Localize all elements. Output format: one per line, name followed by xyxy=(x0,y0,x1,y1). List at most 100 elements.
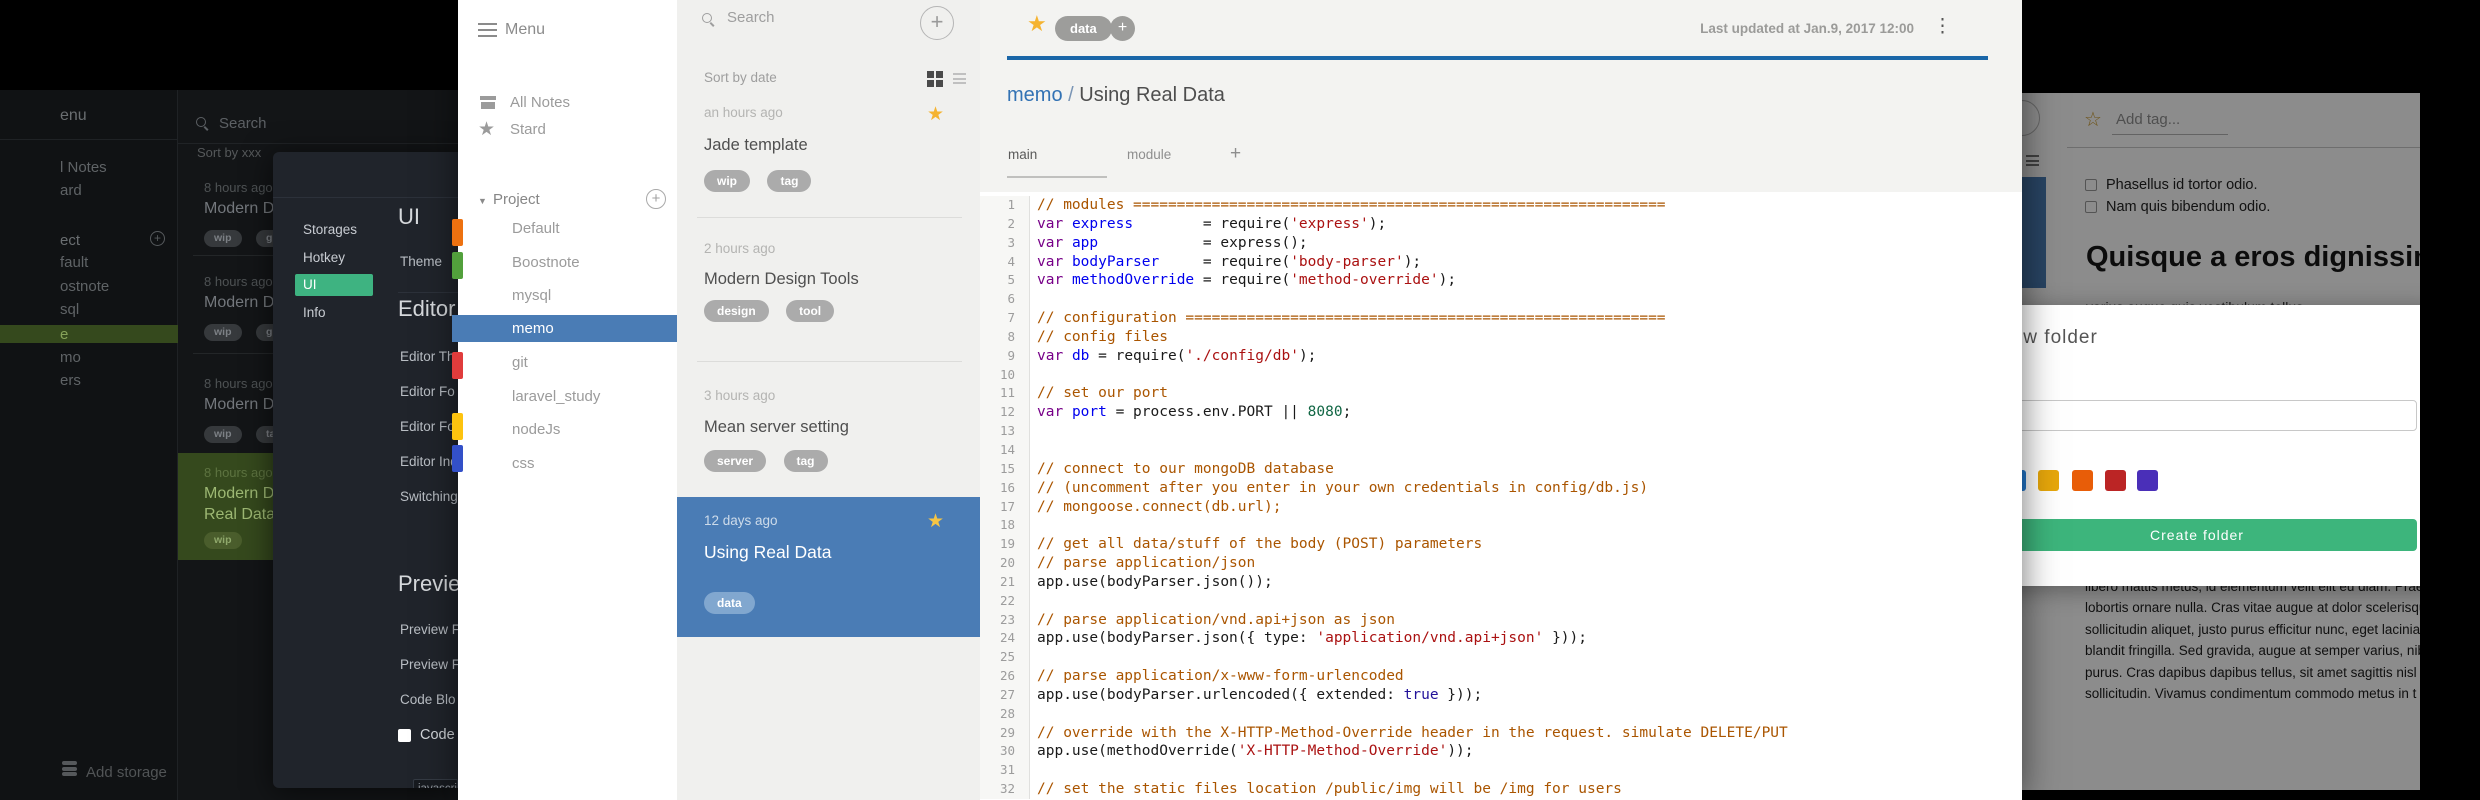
code-line[interactable]: 32 // set the static files location /publ… xyxy=(980,780,2022,799)
left-search-input[interactable]: Search xyxy=(219,115,267,132)
code-line[interactable]: 22 xyxy=(980,591,2022,611)
left-folder-item[interactable]: sql xyxy=(60,301,79,318)
note-title[interactable]: Jade template xyxy=(704,136,808,155)
create-folder-button[interactable]: Create folder xyxy=(2022,519,2417,551)
sidebar-item-starred[interactable]: Stard xyxy=(510,121,546,138)
code-line[interactable]: 16 // (uncomment after you enter in your … xyxy=(980,478,2022,498)
tag-badge[interactable]: tag xyxy=(767,170,812,192)
kebab-menu-icon[interactable]: ⋮ xyxy=(1933,15,1952,38)
code-line[interactable]: 2 var express = require('express'); xyxy=(980,214,2022,234)
code-line[interactable]: 1 // modules ============================… xyxy=(980,196,2022,215)
tag-badge[interactable]: tool xyxy=(786,300,835,322)
note-star-toggle[interactable]: ★ xyxy=(1027,13,1047,35)
code-line[interactable]: 5 var methodOverride = require('method-ov… xyxy=(980,271,2022,291)
code-line[interactable]: 10 xyxy=(980,365,2022,385)
code-line[interactable]: 4 var bodyParser = require('body-parser')… xyxy=(980,252,2022,272)
settings-preview-font-row[interactable]: Preview F xyxy=(400,622,458,637)
settings-checkbox[interactable] xyxy=(398,729,411,742)
left-project-header[interactable]: ect xyxy=(60,232,80,249)
tag-badge[interactable]: wip xyxy=(204,532,242,549)
left-selected-folder-row[interactable]: e xyxy=(0,325,178,343)
code-line[interactable]: 3 var app = express(); xyxy=(980,233,2022,253)
tag-badge[interactable]: wip xyxy=(204,230,242,247)
sidebar-folder[interactable]: css xyxy=(512,455,535,472)
color-swatch[interactable] xyxy=(2105,470,2126,491)
note-star-icon[interactable]: ★ xyxy=(927,105,944,124)
new-tab-button[interactable]: + xyxy=(1230,143,1241,165)
settings-editor-fontsize-row[interactable]: Editor Fo xyxy=(400,384,455,399)
settings-nav-storages[interactable]: Storages xyxy=(303,222,357,237)
settings-codeblock-checkbox-label[interactable]: Code B xyxy=(420,727,458,743)
color-swatch[interactable] xyxy=(2038,470,2059,491)
code-line[interactable]: 18 xyxy=(980,516,2022,536)
settings-nav-hotkey[interactable]: Hotkey xyxy=(303,250,345,265)
search-input[interactable]: Search xyxy=(727,9,775,26)
color-swatch[interactable] xyxy=(2022,470,2026,491)
sidebar-item-all-notes[interactable]: All Notes xyxy=(510,94,570,111)
tab-module[interactable]: module xyxy=(1127,147,1171,162)
settings-editor-fontfamily-row[interactable]: Editor Fo xyxy=(400,419,455,434)
add-folder-icon[interactable]: + xyxy=(646,189,666,209)
left-menu-label[interactable]: enu xyxy=(60,107,87,125)
settings-nav-info[interactable]: Info xyxy=(303,305,326,320)
code-line[interactable]: 14 xyxy=(980,440,2022,460)
color-swatch[interactable] xyxy=(2072,470,2093,491)
settings-theme-row[interactable]: Theme xyxy=(400,254,442,269)
code-line[interactable]: 23 // parse application/vnd.api+json as j… xyxy=(980,610,2022,630)
add-tag-button[interactable]: + xyxy=(1110,16,1135,41)
code-line[interactable]: 9 var db = require('./config/db'); xyxy=(980,346,2022,366)
left-sidebar-item-starred[interactable]: ard xyxy=(60,182,82,199)
list-view-icon[interactable] xyxy=(953,73,966,87)
tag-badge[interactable]: wip xyxy=(204,324,242,341)
sidebar-folder[interactable]: mysql xyxy=(512,287,551,304)
tag-badge[interactable]: design xyxy=(704,300,769,322)
code-line[interactable]: 29 // override with the X-HTTP-Method-Ove… xyxy=(980,723,2022,743)
code-line[interactable]: 20 // parse application/json xyxy=(980,554,2022,573)
grid-view-icon[interactable] xyxy=(927,71,945,89)
note-tag-badge[interactable]: data xyxy=(1055,16,1112,41)
note-selected[interactable]: 12 days ago ★ Using Real Data data xyxy=(677,497,980,637)
code-line[interactable]: 7 // configuration ======================… xyxy=(980,309,2022,328)
code-line[interactable]: 6 xyxy=(980,290,2022,310)
code-line[interactable]: 19 // get all data/stuff of the body (POS… xyxy=(980,535,2022,555)
code-line[interactable]: 21 app.use(bodyParser.json()); xyxy=(980,572,2022,592)
tag-badge[interactable]: tag xyxy=(783,450,828,472)
settings-codeblock-row[interactable]: Code Blo xyxy=(400,692,456,707)
settings-preview-fontsize-row[interactable]: Preview F xyxy=(400,657,458,672)
left-folder-item[interactable]: fault xyxy=(60,254,88,271)
code-line[interactable]: 12 var port = process.env.PORT || 8080; xyxy=(980,403,2022,423)
code-line[interactable]: 15 // connect to our mongoDB database xyxy=(980,459,2022,479)
sidebar-folder[interactable]: Default xyxy=(512,220,560,237)
note-title[interactable]: Mean server setting xyxy=(704,418,849,437)
breadcrumb-folder[interactable]: memo xyxy=(1007,84,1063,106)
settings-nav-ui-selected[interactable]: UI xyxy=(295,274,373,296)
add-storage-button[interactable]: Add storage xyxy=(86,764,167,781)
left-folder-item[interactable]: ostnote xyxy=(60,278,109,295)
folder-name-input[interactable] xyxy=(2022,400,2417,431)
tag-badge[interactable]: wip xyxy=(204,426,242,443)
left-sidebar-item-all-notes[interactable]: l Notes xyxy=(60,159,107,176)
settings-switching-row[interactable]: Switching xyxy=(400,489,458,504)
sidebar-folder[interactable]: Boostnote xyxy=(512,254,580,271)
menu-icon[interactable] xyxy=(478,23,497,41)
tab-main[interactable]: main xyxy=(1008,147,1037,162)
note-title[interactable]: Modern Design Tools xyxy=(704,270,859,289)
left-folder-item[interactable]: mo xyxy=(60,349,81,366)
note-star-icon[interactable]: ★ xyxy=(927,512,944,531)
sidebar-folder[interactable]: laravel_study xyxy=(512,388,600,405)
sidebar-folder[interactable]: git xyxy=(512,354,528,371)
code-editor[interactable]: 1 // modules ============================… xyxy=(980,192,2022,800)
project-collapse-icon[interactable]: ▼ xyxy=(478,196,487,206)
code-line[interactable]: 11 // set our port xyxy=(980,384,2022,404)
code-line[interactable]: 31 xyxy=(980,761,2022,781)
left-add-folder-icon[interactable]: + xyxy=(150,231,165,246)
menu-label[interactable]: Menu xyxy=(505,21,545,39)
code-line[interactable]: 26 // parse application/x-www-form-urlenc… xyxy=(980,667,2022,686)
color-swatch[interactable] xyxy=(2137,470,2158,491)
settings-theme-dropdown[interactable]: javascri xyxy=(413,779,458,788)
left-folder-item[interactable]: ers xyxy=(60,372,81,389)
left-sort-control[interactable]: Sort by xxx xyxy=(197,145,261,160)
sidebar-folder[interactable]: nodeJs xyxy=(512,421,560,438)
sort-control[interactable]: Sort by date xyxy=(704,70,777,85)
code-line[interactable]: 8 // config files xyxy=(980,327,2022,347)
